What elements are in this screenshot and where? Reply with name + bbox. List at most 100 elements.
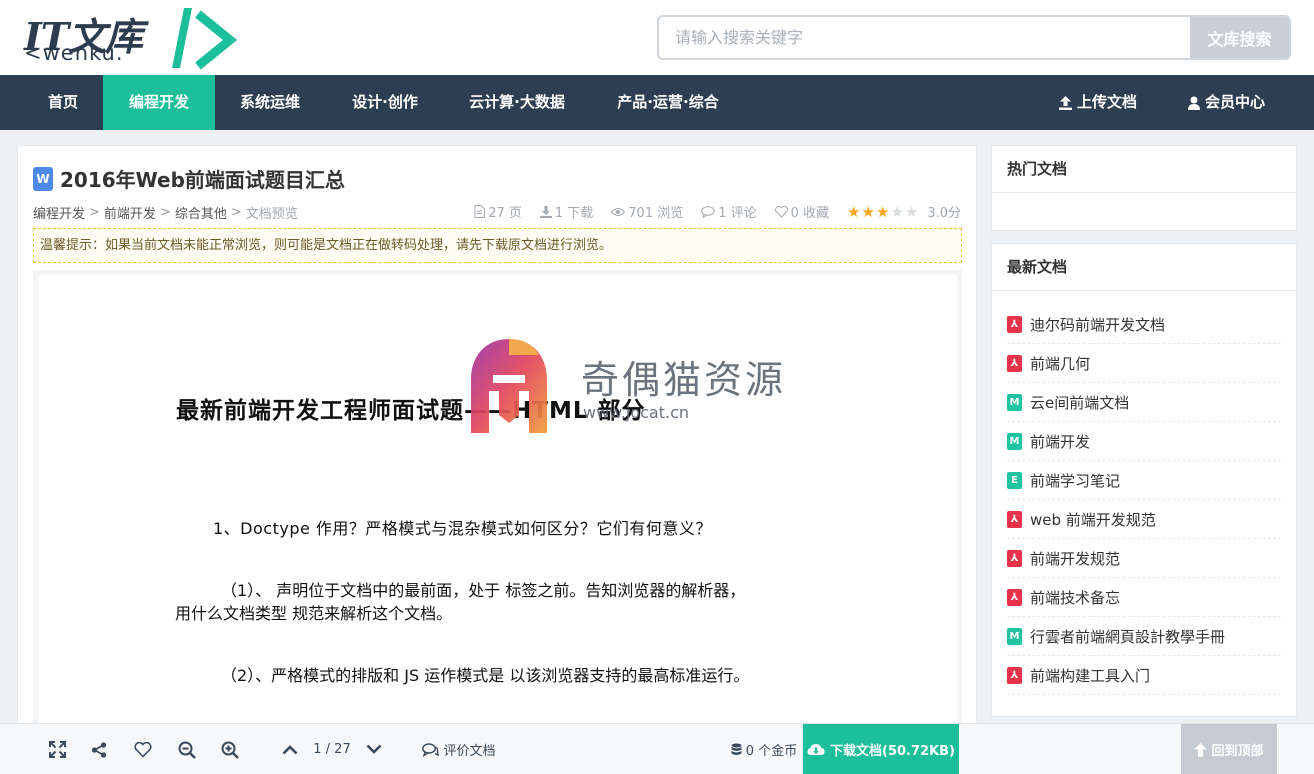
member-label: 会员中心 [1205, 93, 1266, 111]
next-page-button[interactable] [361, 724, 387, 774]
star-icon[interactable]: ★ [890, 203, 903, 221]
rating-stars[interactable]: ★ ★ ★ ★ ★ [847, 203, 918, 221]
arrow-up-icon [1194, 742, 1208, 757]
stat-favorites-text: 0 收藏 [790, 206, 830, 221]
latest-document-item[interactable]: M 行雲者前端網頁設計教學手冊 [1007, 617, 1281, 656]
favorite-button[interactable] [130, 724, 156, 774]
coins-icon [731, 743, 742, 755]
upload-link[interactable]: 上传文档 [1059, 75, 1137, 130]
latest-document-item[interactable]: ⅄ 前端开发规范 [1007, 539, 1281, 578]
site-logo[interactable]: IT文库 <wenku. [22, 4, 242, 70]
bottom-toolbar: 1 / 27 评价文档 0 个金币 下载文档(50.72KB) 回到顶部 [0, 723, 1314, 774]
nav-item-product[interactable]: 产品·运营·综合 [602, 75, 734, 130]
latest-document-label: 云e间前端文档 [1030, 393, 1130, 412]
pdf-file-icon: ⅄ [1007, 315, 1022, 333]
search-button[interactable]: 文库搜索 [1190, 17, 1289, 58]
member-link[interactable]: 会员中心 [1188, 75, 1265, 130]
nav-item-programming[interactable]: 编程开发 [103, 75, 215, 130]
chevron-down-icon [366, 744, 382, 754]
pdf-file-icon: ⅄ [1007, 354, 1022, 372]
nav-item-cloud[interactable]: 云计算·大数据 [455, 75, 579, 130]
breadcrumb-separator: > [89, 205, 100, 220]
stat-comments: 1 评论 [701, 202, 757, 221]
breadcrumb-item-programming[interactable]: 编程开发 [33, 203, 85, 222]
page-question-1: 1、Doctype 作用？严格模式与混杂模式如何区分？它们有何意义？ [213, 519, 712, 538]
latest-document-item[interactable]: ⅄ 前端技术备忘 [1007, 578, 1281, 617]
page-indicator: 1 / 27 [313, 742, 351, 757]
chevron-up-icon [282, 745, 298, 755]
watermark-url: www.jocat.cn [583, 403, 690, 422]
zoom-in-icon [221, 741, 239, 759]
markdown-file-icon: M [1007, 393, 1022, 411]
upload-icon [1059, 95, 1072, 110]
rating: ★ ★ ★ ★ ★ 3.0分 [847, 202, 961, 222]
nav-item-ops[interactable]: 系统运维 [225, 75, 315, 130]
breadcrumb: 编程开发 > 前端开发 > 综合其他 > 文档预览 [33, 203, 298, 222]
coin-balance: 0 个金币 [728, 724, 800, 774]
star-icon[interactable]: ★ [862, 203, 875, 221]
stat-pages: 27 页 [474, 202, 522, 221]
pdf-file-icon: ⅄ [1007, 588, 1022, 606]
watermark-text: 奇偶猫资源 [581, 358, 787, 402]
markdown-file-icon: M [1007, 432, 1022, 450]
breadcrumb-separator: > [159, 205, 171, 220]
nav-item-home[interactable]: 首页 [31, 75, 95, 130]
stat-downloads: 1 下载 [539, 202, 593, 221]
fullscreen-button[interactable] [44, 724, 70, 774]
latest-document-item[interactable]: ⅄ 迪尔码前端开发文档 [1007, 305, 1281, 344]
page-answer-1-line-1: （1）、 声明位于文档中的最前面，处于 标签之前。告知浏览器的解析器， [221, 581, 746, 600]
pdf-file-icon: ⅄ [1007, 666, 1022, 684]
latest-documents-panel: 最新文档 ⅄ 迪尔码前端开发文档 ⅄ 前端几何 M 云e间前端文档 M 前端开发 E 前端学习笔记… [991, 243, 1297, 717]
latest-document-item[interactable]: ⅄ 前端构建工具入门 [1007, 656, 1281, 695]
breadcrumb-item-frontend[interactable]: 前端开发 [104, 203, 156, 222]
document-title: W 2016年Web前端面试题目汇总 [33, 164, 345, 193]
latest-document-item[interactable]: ⅄ 前端几何 [1007, 344, 1281, 383]
site-header: IT文库 <wenku. 文库搜索 [0, 0, 1314, 75]
latest-document-item[interactable]: E 前端学习笔记 [1007, 461, 1281, 500]
zoom-in-button[interactable] [217, 724, 243, 774]
latest-document-item[interactable]: M 前端开发 [1007, 422, 1281, 461]
page-answer-2: （2）、严格模式的排版和 JS 运作模式是 以该浏览器支持的最高标准运行。 [221, 666, 750, 685]
breadcrumb-separator: > [230, 205, 242, 220]
latest-document-label: 迪尔码前端开发文档 [1030, 315, 1166, 334]
main-nav: 首页 编程开发 系统运维 设计·创作 云计算·大数据 产品·运营·综合 上传文档… [0, 75, 1314, 130]
upload-label: 上传文档 [1077, 93, 1138, 111]
word-file-icon: W [33, 166, 53, 191]
search-input[interactable] [659, 17, 1192, 58]
page-answer-1-line-2: 用什么文档类型 规范来解析这个文档。 [175, 604, 453, 623]
nav-item-design[interactable]: 设计·创作 [337, 75, 433, 130]
star-icon[interactable]: ★ [847, 203, 860, 221]
heart-icon [134, 741, 152, 758]
hot-documents-panel: 热门文档 [991, 145, 1297, 231]
stat-views-text: 701 浏览 [628, 206, 684, 221]
expand-icon [48, 741, 66, 758]
star-icon[interactable]: ★ [876, 203, 889, 221]
stat-favorites[interactable]: 0 收藏 [774, 202, 830, 221]
share-icon [91, 741, 107, 758]
breadcrumb-item-current: 文档预览 [245, 207, 298, 222]
breadcrumb-item-other[interactable]: 综合其他 [175, 203, 227, 222]
hot-documents-title: 热门文档 [992, 146, 1296, 193]
latest-document-label: 行雲者前端網頁設計教學手冊 [1030, 627, 1226, 646]
logo-slash-arrow-icon [172, 8, 238, 70]
heart-icon [774, 205, 788, 218]
latest-document-label: 前端开发 [1030, 432, 1091, 451]
star-icon[interactable]: ★ [905, 203, 918, 221]
document-viewer[interactable]: 最新前端开发工程师面试题——HTML 部分 奇偶猫资源 www.jocat.cn [33, 270, 962, 744]
latest-document-item[interactable]: ⅄ web 前端开发规范 [1007, 500, 1281, 539]
eye-icon [611, 207, 626, 216]
latest-document-label: 前端开发规范 [1030, 549, 1121, 568]
prev-page-button[interactable] [277, 724, 303, 774]
rating-score: 3.0分 [927, 206, 961, 221]
share-button[interactable] [86, 724, 112, 774]
download-document-button[interactable]: 下载文档(50.72KB) [803, 724, 959, 774]
latest-documents-title: 最新文档 [992, 244, 1296, 291]
comment-button[interactable]: 评价文档 [420, 724, 498, 774]
latest-document-label: 前端技术备忘 [1030, 588, 1121, 607]
zoom-out-button[interactable] [174, 724, 200, 774]
back-to-top-button[interactable]: 回到顶部 [1181, 724, 1277, 774]
download-icon [539, 205, 552, 218]
latest-document-item[interactable]: M 云e间前端文档 [1007, 383, 1281, 422]
markdown-file-icon: M [1007, 627, 1022, 645]
latest-document-label: 前端几何 [1030, 354, 1091, 373]
